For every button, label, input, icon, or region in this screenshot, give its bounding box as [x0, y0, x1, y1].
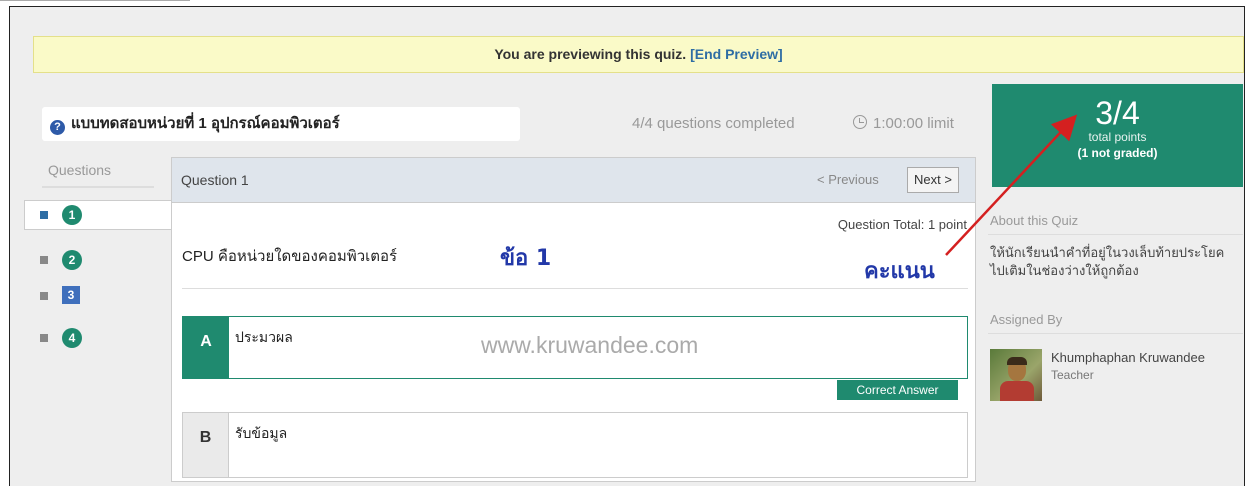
- annotation-arrow-icon: [945, 114, 1078, 256]
